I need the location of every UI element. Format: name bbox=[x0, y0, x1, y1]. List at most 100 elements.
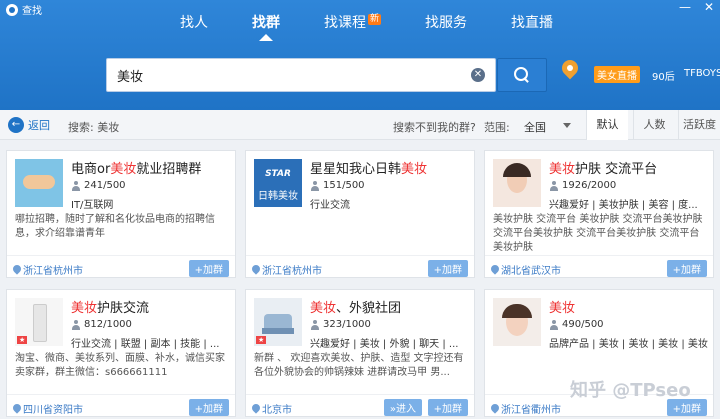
group-title[interactable]: 美妆、外貌社团 bbox=[310, 297, 401, 316]
back-button[interactable]: ← 返回 bbox=[8, 117, 50, 133]
location-icon bbox=[252, 265, 260, 275]
group-location: 四川省资阳市 bbox=[13, 401, 83, 416]
main-nav: 找人 找群 找课程新 找服务 找直播 bbox=[158, 10, 575, 41]
group-location: 浙江省杭州市 bbox=[252, 262, 322, 277]
member-count: 1926/2000 bbox=[549, 180, 616, 191]
window-title: 查找 bbox=[6, 2, 42, 17]
card-footer: 浙江省杭州市 +加群 bbox=[246, 255, 474, 279]
group-title[interactable]: 美妆护肤 交流平台 bbox=[549, 158, 657, 177]
promo-tfboys-link[interactable]: TFBOYS bbox=[684, 68, 720, 79]
search-input[interactable] bbox=[107, 59, 457, 91]
tab-find-courses[interactable]: 找课程新 bbox=[302, 10, 403, 40]
group-avatar[interactable]: STAR 日韩美妆 bbox=[254, 159, 302, 207]
location-icon bbox=[491, 404, 499, 414]
app-logo-icon bbox=[6, 3, 18, 16]
new-badge: 新 bbox=[368, 14, 382, 25]
sort-tab-activity[interactable]: 活跃度 bbox=[678, 110, 720, 140]
chevron-down-icon[interactable] bbox=[563, 123, 571, 128]
enter-group-button[interactable]: »进入 bbox=[383, 399, 422, 416]
member-count: 490/500 bbox=[549, 319, 604, 330]
group-tags: 兴趣爱好 | 美妆 | 外貌 | 聊天 | ... bbox=[310, 339, 459, 350]
avatar-badge: ★ bbox=[17, 336, 28, 344]
location-icon bbox=[491, 265, 499, 275]
card-footer: 浙江省杭州市 +加群 bbox=[7, 255, 235, 279]
join-group-button[interactable]: +加群 bbox=[427, 260, 468, 277]
card-footer: 北京市 »进入 +加群 bbox=[246, 394, 474, 418]
person-icon bbox=[549, 319, 559, 330]
person-icon bbox=[71, 319, 81, 330]
group-tags: 品牌产品 | 美妆 | 美妆 | 美妆 | 美妆 bbox=[549, 339, 708, 350]
group-title[interactable]: 美妆 bbox=[549, 297, 575, 316]
location-icon bbox=[13, 404, 21, 414]
group-location: 北京市 bbox=[252, 401, 292, 416]
group-avatar[interactable]: ★ bbox=[254, 298, 302, 346]
not-found-link[interactable]: 搜索不到我的群? bbox=[393, 119, 476, 135]
location-icon bbox=[13, 265, 21, 275]
live-promo-link[interactable]: 美女直播 bbox=[594, 66, 640, 83]
group-card[interactable]: ★ 美妆护肤交流 812/1000 行业交流 | 联盟 | 副本 | 技能 | … bbox=[6, 289, 236, 417]
group-card[interactable]: ★ 美妆、外貌社团 323/1000 兴趣爱好 | 美妆 | 外貌 | 聊天 |… bbox=[245, 289, 475, 417]
sort-tab-default[interactable]: 默认 bbox=[586, 110, 628, 140]
group-tags: 行业交流 | 联盟 | 副本 | 技能 | ... bbox=[71, 339, 220, 350]
member-count: 151/500 bbox=[310, 180, 365, 191]
filter-bar: ← 返回 搜索: 美妆 搜索不到我的群? 范围: 全国 默认 人数 活跃度 bbox=[0, 110, 720, 140]
avatar-badge: ★ bbox=[256, 336, 267, 344]
group-location: 湖北省武汉市 bbox=[491, 262, 561, 277]
close-icon[interactable]: ✕ bbox=[702, 0, 716, 14]
group-tags: 兴趣爱好 | 美妆护肤 | 美容 | 度... bbox=[549, 200, 698, 211]
group-location: 浙江省杭州市 bbox=[13, 262, 83, 277]
promo-90s-link[interactable]: 90后 bbox=[652, 68, 675, 83]
search-icon bbox=[514, 67, 530, 83]
card-footer: 四川省资阳市 +加群 bbox=[7, 394, 235, 418]
watermark: 知乎 @TPseo bbox=[570, 380, 691, 401]
clear-icon[interactable]: ✕ bbox=[471, 68, 485, 82]
minimize-icon[interactable]: — bbox=[678, 0, 692, 14]
group-tags: 行业交流 bbox=[310, 200, 350, 211]
member-count: 241/500 bbox=[71, 180, 126, 191]
card-footer: 湖北省武汉市 +加群 bbox=[485, 255, 713, 279]
tab-find-live[interactable]: 找直播 bbox=[489, 10, 575, 40]
member-count: 812/1000 bbox=[71, 319, 132, 330]
group-description: 哪拉招聘，随时了解和名化妆品电商的招聘信息，求介绍靠谱青年 bbox=[15, 214, 215, 239]
tab-find-groups[interactable]: 找群 bbox=[230, 10, 302, 41]
group-description: 淘宝、微商、美妆系列、面膜、补水，诚信买家卖家群，群主微信：s666661111 bbox=[15, 353, 225, 378]
group-title[interactable]: 星星知我心日韩美妆 bbox=[310, 158, 427, 177]
person-icon bbox=[549, 180, 559, 191]
window-title-text: 查找 bbox=[22, 6, 42, 17]
range-label: 范围: bbox=[484, 121, 510, 134]
join-group-button[interactable]: +加群 bbox=[188, 260, 229, 277]
group-card[interactable]: 电商or美妆就业招聘群 241/500 IT/互联网 哪拉招聘，随时了解和名化妆… bbox=[6, 150, 236, 278]
join-group-button[interactable]: +加群 bbox=[188, 399, 229, 416]
group-avatar[interactable] bbox=[493, 159, 541, 207]
search-summary: 搜索: 美妆 bbox=[68, 121, 120, 134]
tab-find-people[interactable]: 找人 bbox=[158, 10, 230, 40]
join-group-button[interactable]: +加群 bbox=[427, 399, 468, 416]
group-title[interactable]: 电商or美妆就业招聘群 bbox=[71, 158, 201, 177]
group-description: 美妆护肤 交流平台 美妆护肤 交流平台美妆护肤 交流平台美妆护肤 交流平台美妆护… bbox=[493, 214, 703, 253]
group-description: 新群 、 欢迎喜欢美妆、护肤、造型 文字控还有各位外貌协会的帅锅辣妹 进群请改马… bbox=[254, 353, 464, 378]
window-controls: — ✕ bbox=[678, 0, 716, 14]
search-button[interactable] bbox=[497, 58, 547, 92]
location-icon bbox=[252, 404, 260, 414]
group-card[interactable]: STAR 日韩美妆 星星知我心日韩美妆 151/500 行业交流 浙江省杭州市 … bbox=[245, 150, 475, 278]
person-icon bbox=[310, 319, 320, 330]
group-title[interactable]: 美妆护肤交流 bbox=[71, 297, 149, 316]
group-avatar[interactable] bbox=[15, 159, 63, 207]
group-location: 浙江省衢州市 bbox=[491, 401, 561, 416]
person-icon bbox=[71, 180, 81, 191]
tab-find-services[interactable]: 找服务 bbox=[403, 10, 489, 40]
sort-tab-members[interactable]: 人数 bbox=[633, 110, 675, 140]
member-count: 323/1000 bbox=[310, 319, 371, 330]
search-box: ✕ bbox=[106, 58, 496, 92]
group-tags: IT/互联网 bbox=[71, 200, 114, 211]
join-group-button[interactable]: +加群 bbox=[666, 260, 707, 277]
group-card[interactable]: 美妆护肤 交流平台 1926/2000 兴趣爱好 | 美妆护肤 | 美容 | 度… bbox=[484, 150, 714, 278]
location-pin-icon[interactable] bbox=[558, 56, 582, 86]
top-bar: 查找 — ✕ 找人 找群 找课程新 找服务 找直播 ✕ 美女直播 90后 TFB… bbox=[0, 0, 720, 110]
range-select[interactable]: 全国 bbox=[524, 119, 546, 135]
person-icon bbox=[310, 180, 320, 191]
group-description bbox=[254, 213, 468, 255]
back-arrow-icon: ← bbox=[8, 117, 24, 133]
group-avatar[interactable] bbox=[493, 298, 541, 346]
group-avatar[interactable]: ★ bbox=[15, 298, 63, 346]
